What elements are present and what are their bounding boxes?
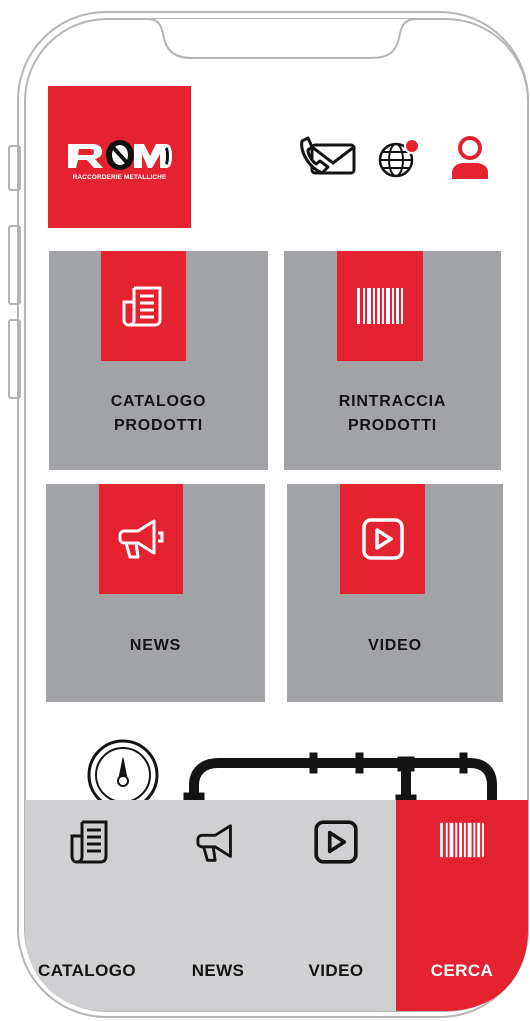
- catalog-icon: [70, 820, 108, 864]
- tile-label-line1: VIDEO: [368, 637, 422, 654]
- megaphone-icon: [99, 484, 183, 594]
- rm-logo-mark: [68, 140, 172, 170]
- barcode-icon: [337, 251, 423, 361]
- barcode-icon: [440, 822, 484, 858]
- tab-label: NEWS: [191, 961, 245, 980]
- tile-label-line1: RINTRACCIA: [338, 393, 447, 410]
- tile-label-line1: CATALOGO: [110, 393, 207, 410]
- tile-catalogo-prodotti[interactable]: CATALOGO PRODOTTI: [49, 251, 268, 470]
- brand-logo[interactable]: RACCORDERIE METALLICHE: [48, 86, 191, 228]
- play-icon: [314, 820, 358, 864]
- phone-mail-icon[interactable]: [298, 133, 360, 181]
- catalog-icon: [101, 251, 186, 361]
- tab-video[interactable]: VIDEO: [296, 800, 376, 1016]
- tile-label-line1: NEWS: [129, 637, 182, 654]
- globe-icon[interactable]: [372, 136, 426, 182]
- tile-news[interactable]: NEWS: [46, 484, 265, 702]
- tile-label-line2: PRODOTTI: [113, 417, 204, 434]
- logo-tagline: RACCORDERIE METALLICHE: [72, 174, 167, 181]
- megaphone-icon: [196, 824, 232, 862]
- play-icon: [340, 484, 425, 594]
- user-icon[interactable]: [448, 135, 492, 181]
- tile-video[interactable]: VIDEO: [287, 484, 503, 702]
- tile-label-line2: PRODOTTI: [347, 417, 438, 434]
- tab-catalogo[interactable]: CATALOGO: [25, 800, 149, 1016]
- tab-news[interactable]: NEWS: [178, 800, 258, 1016]
- tab-label: VIDEO: [308, 961, 364, 980]
- notification-badge: [404, 138, 420, 154]
- tab-cerca[interactable]: CERCA: [396, 800, 528, 1016]
- tab-label: CERCA: [430, 961, 494, 980]
- tab-label: CATALOGO: [38, 961, 136, 980]
- tile-rintraccia-prodotti[interactable]: RINTRACCIA PRODOTTI: [284, 251, 501, 470]
